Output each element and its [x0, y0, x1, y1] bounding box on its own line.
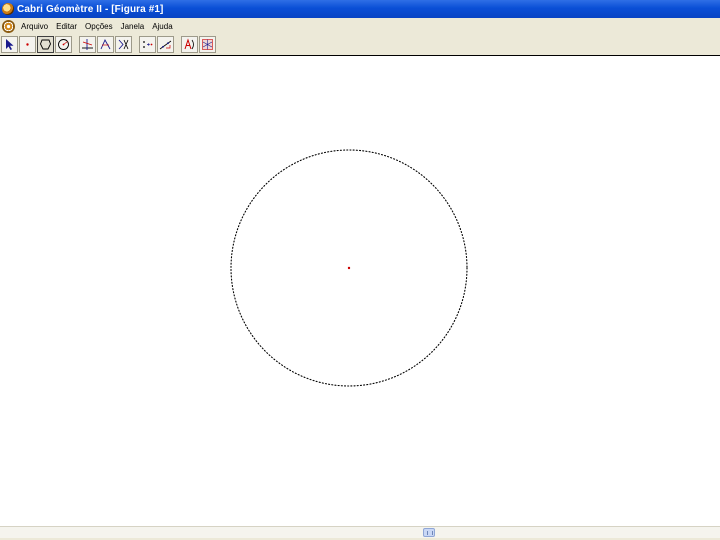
display-tool-button[interactable] [199, 36, 216, 53]
title-bar[interactable]: Cabri Géomètre II - [Figura #1] [0, 0, 720, 18]
drawing-canvas[interactable] [0, 56, 720, 526]
measure-icon [159, 40, 172, 50]
circle-icon [58, 39, 69, 50]
figure-svg [230, 149, 468, 387]
menu-arquivo[interactable]: Arquivo [18, 22, 51, 31]
measure-tool-button[interactable] [157, 36, 174, 53]
point-icon [26, 43, 29, 46]
symmetry-icon [118, 39, 129, 50]
window-title: Cabri Géomètre II - [Figura #1] [17, 3, 164, 15]
label-tool-button[interactable] [181, 36, 198, 53]
toolbar [0, 34, 720, 56]
perpendicular-line-icon [82, 39, 93, 50]
circle-tool-button[interactable] [55, 36, 72, 53]
center-point[interactable] [347, 266, 351, 270]
locus-tool-button[interactable] [97, 36, 114, 53]
menu-janela[interactable]: Janela [118, 22, 148, 31]
scrollbar-thumb[interactable] [423, 528, 435, 537]
locus-icon [100, 38, 111, 50]
point-tool-button[interactable] [19, 36, 36, 53]
cabri-logo-icon[interactable] [2, 19, 15, 33]
collinear-check-icon [143, 41, 153, 48]
polygon-tool-button[interactable] [37, 36, 54, 53]
pointer-tool-button[interactable] [1, 36, 18, 53]
pointer-icon [6, 39, 14, 50]
horizontal-scrollbar[interactable] [0, 526, 720, 538]
polygon-icon [40, 39, 51, 50]
cabri-app-icon[interactable] [2, 3, 14, 15]
menu-bar: Arquivo Editar Opções Janela Ajuda [0, 18, 720, 34]
menu-editar[interactable]: Editar [53, 22, 80, 31]
perpendicular-tool-button[interactable] [79, 36, 96, 53]
menu-ajuda[interactable]: Ajuda [149, 22, 175, 31]
display-options-icon [202, 39, 213, 50]
menu-opcoes[interactable]: Opções [82, 22, 116, 31]
label-text-icon [184, 38, 194, 50]
collinear-check-tool-button[interactable] [139, 36, 156, 53]
symmetry-tool-button[interactable] [115, 36, 132, 53]
